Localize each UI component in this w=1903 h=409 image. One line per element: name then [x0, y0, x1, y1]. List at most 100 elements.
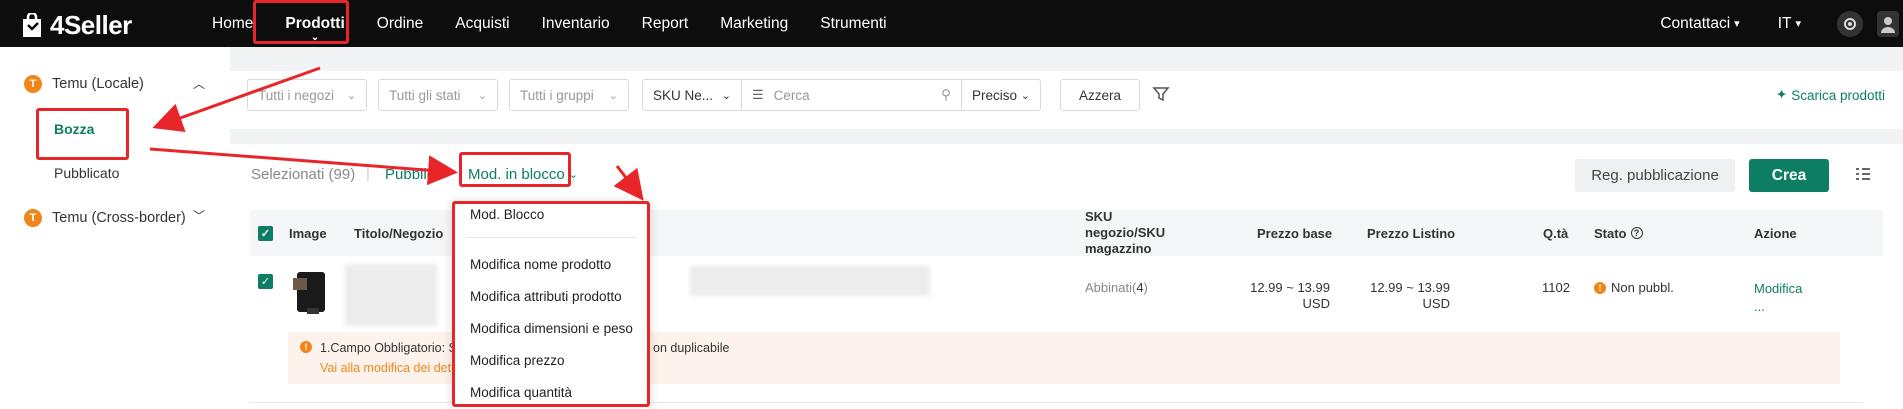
sidebar: T Temu (Locale) ︿ Bozza Pubblicato T Tem…: [0, 47, 230, 409]
col-title: Titolo/Negozio: [354, 225, 444, 241]
base-price-range: 12.99 ~ 13.99: [1250, 280, 1330, 295]
row-actions: Modifica ...: [1754, 280, 1802, 316]
filter-icon[interactable]: [1152, 85, 1170, 107]
sku-count: 4: [1136, 280, 1144, 295]
settings-icon[interactable]: [1837, 10, 1863, 37]
col-status-label: Stato: [1594, 225, 1627, 241]
top-right-actions: Contattaci ▾ IT ▾: [1660, 0, 1903, 47]
sidebar-group-temu-locale[interactable]: T Temu (Locale): [24, 75, 144, 93]
nav-ordine[interactable]: Ordine: [361, 0, 440, 47]
annotation-box-prodotti: [253, 0, 349, 44]
precision-select[interactable]: Preciso ⌄: [961, 79, 1041, 111]
sku-matched-label: Abbinati(: [1085, 280, 1137, 295]
contact-menu[interactable]: Contattaci ▾: [1660, 15, 1739, 33]
row-checkbox[interactable]: ✓: [258, 274, 273, 289]
column-settings-icon[interactable]: [1855, 166, 1871, 186]
status-badge: ! Non pubbl.: [1594, 280, 1674, 295]
blurred-title: [345, 264, 437, 326]
sparkle-icon: ✦: [1775, 87, 1788, 102]
base-price-currency: USD: [1302, 296, 1330, 311]
chevron-down-icon: ⌄: [477, 89, 487, 102]
download-products-link[interactable]: ✦ Scarica prodotti: [1776, 87, 1885, 103]
chevron-down-icon: ⌄: [721, 89, 731, 102]
group-select[interactable]: Tutti i gruppi ⌄: [509, 79, 629, 111]
create-button[interactable]: Crea: [1749, 159, 1829, 192]
shop-select[interactable]: Tutti i negozi ⌄: [247, 79, 367, 111]
temu-badge: T: [24, 75, 42, 93]
sku-type-select[interactable]: SKU Ne... ⌄: [642, 79, 742, 111]
sidebar-group-label: Temu (Locale): [52, 76, 144, 92]
logo-bag-icon: [23, 12, 41, 37]
check-icon: ✓: [258, 274, 273, 289]
sidebar-group-label: Temu (Cross-border): [52, 210, 186, 226]
user-avatar-icon[interactable]: [1877, 10, 1899, 37]
list-price-currency: USD: [1422, 296, 1450, 311]
annotation-box-dropdown: [452, 201, 650, 407]
list-search-icon: ☰: [752, 87, 764, 102]
chevron-down-icon: ▾: [1795, 18, 1801, 30]
chevron-down-icon: ⌄: [608, 89, 618, 102]
more-actions-link[interactable]: ...: [1754, 298, 1802, 316]
brand-name: 4Seller: [50, 10, 132, 40]
filters-bar: Tutti i negozi ⌄ Tutti gli stati ⌄ Tutti…: [230, 71, 1903, 129]
annotation-box-bozza: [36, 108, 129, 160]
col-qty: Q.tà: [1543, 225, 1569, 241]
col-list-price: Prezzo Listino: [1367, 225, 1456, 241]
nav-marketing[interactable]: Marketing: [704, 0, 804, 47]
list-price-range: 12.99 ~ 13.99: [1370, 280, 1450, 295]
col-action: Azione: [1754, 225, 1797, 241]
col-image: Image: [289, 225, 327, 241]
selected-count: Selezionati (99): [251, 166, 356, 183]
language-menu[interactable]: IT ▾: [1778, 15, 1801, 33]
sidebar-item-pubblicato[interactable]: Pubblicato: [54, 165, 119, 181]
contact-label: Contattaci: [1660, 14, 1731, 32]
divider: |: [366, 165, 370, 182]
chevron-down-icon[interactable]: ﹀: [193, 207, 205, 224]
precision-value: Preciso: [972, 87, 1018, 103]
temu-badge: T: [24, 209, 42, 227]
nav-report[interactable]: Report: [626, 0, 705, 47]
check-icon: ✓: [258, 225, 273, 241]
language-label: IT: [1777, 14, 1792, 32]
reg-publish-button[interactable]: Reg. pubblicazione: [1575, 159, 1735, 192]
chevron-down-icon: ▾: [1734, 18, 1740, 30]
col-status: Stato ?: [1594, 210, 1643, 256]
help-icon[interactable]: ?: [1630, 227, 1643, 239]
nav-inventario[interactable]: Inventario: [526, 0, 626, 47]
sidebar-group-temu-cross-border[interactable]: T Temu (Cross-border): [24, 209, 186, 227]
select-all-checkbox[interactable]: ✓: [258, 210, 273, 256]
go-to-edit-link[interactable]: Vai alla modifica dei det: [320, 361, 451, 375]
sku-close: ): [1143, 280, 1148, 295]
chevron-down-icon: ⌄: [1020, 89, 1030, 102]
col-base-price: Prezzo base: [1257, 225, 1333, 241]
warning-icon: !: [1594, 281, 1606, 294]
search-input[interactable]: Cerca: [774, 88, 810, 103]
group-select-value: Tutti i gruppi: [520, 87, 594, 103]
state-select-value: Tutti gli stati: [389, 87, 461, 103]
brand-logo[interactable]: 4Seller: [20, 10, 132, 41]
base-price: 12.99 ~ 13.99 USD: [1220, 280, 1330, 312]
download-products-label: Scarica prodotti: [1791, 87, 1885, 103]
search-icon[interactable]: ⚲: [941, 87, 951, 103]
reset-button[interactable]: Azzera: [1060, 79, 1140, 111]
qty-value: 1102: [1542, 280, 1570, 295]
warning-text-tail: on duplicabile: [653, 341, 730, 355]
chevron-down-icon: ⌄: [346, 89, 356, 102]
product-thumbnail[interactable]: [289, 270, 331, 316]
status-label: Non pubbl.: [1611, 280, 1674, 295]
chevron-up-icon[interactable]: ︿: [193, 75, 205, 92]
sku-matched[interactable]: Abbinati(4): [1085, 280, 1148, 295]
warning-icon: !: [300, 341, 312, 353]
shop-select-value: Tutti i negozi: [258, 87, 335, 103]
search-field[interactable]: ☰ Cerca ⚲: [741, 79, 962, 111]
nav-acquisti[interactable]: Acquisti: [439, 0, 525, 47]
nav-strumenti[interactable]: Strumenti: [804, 0, 902, 47]
publish-button[interactable]: Pubblica: [385, 166, 443, 183]
blurred-title: [690, 266, 930, 296]
edit-link[interactable]: Modifica: [1754, 280, 1802, 298]
sku-type-value: SKU Ne...: [653, 87, 714, 103]
warning-text: 1.Campo Obbligatorio: S: [320, 341, 457, 355]
col-sku: SKU negozio/SKU magazzino: [1085, 209, 1166, 256]
list-price: 12.99 ~ 13.99 USD: [1340, 280, 1450, 312]
state-select[interactable]: Tutti gli stati ⌄: [378, 79, 498, 111]
